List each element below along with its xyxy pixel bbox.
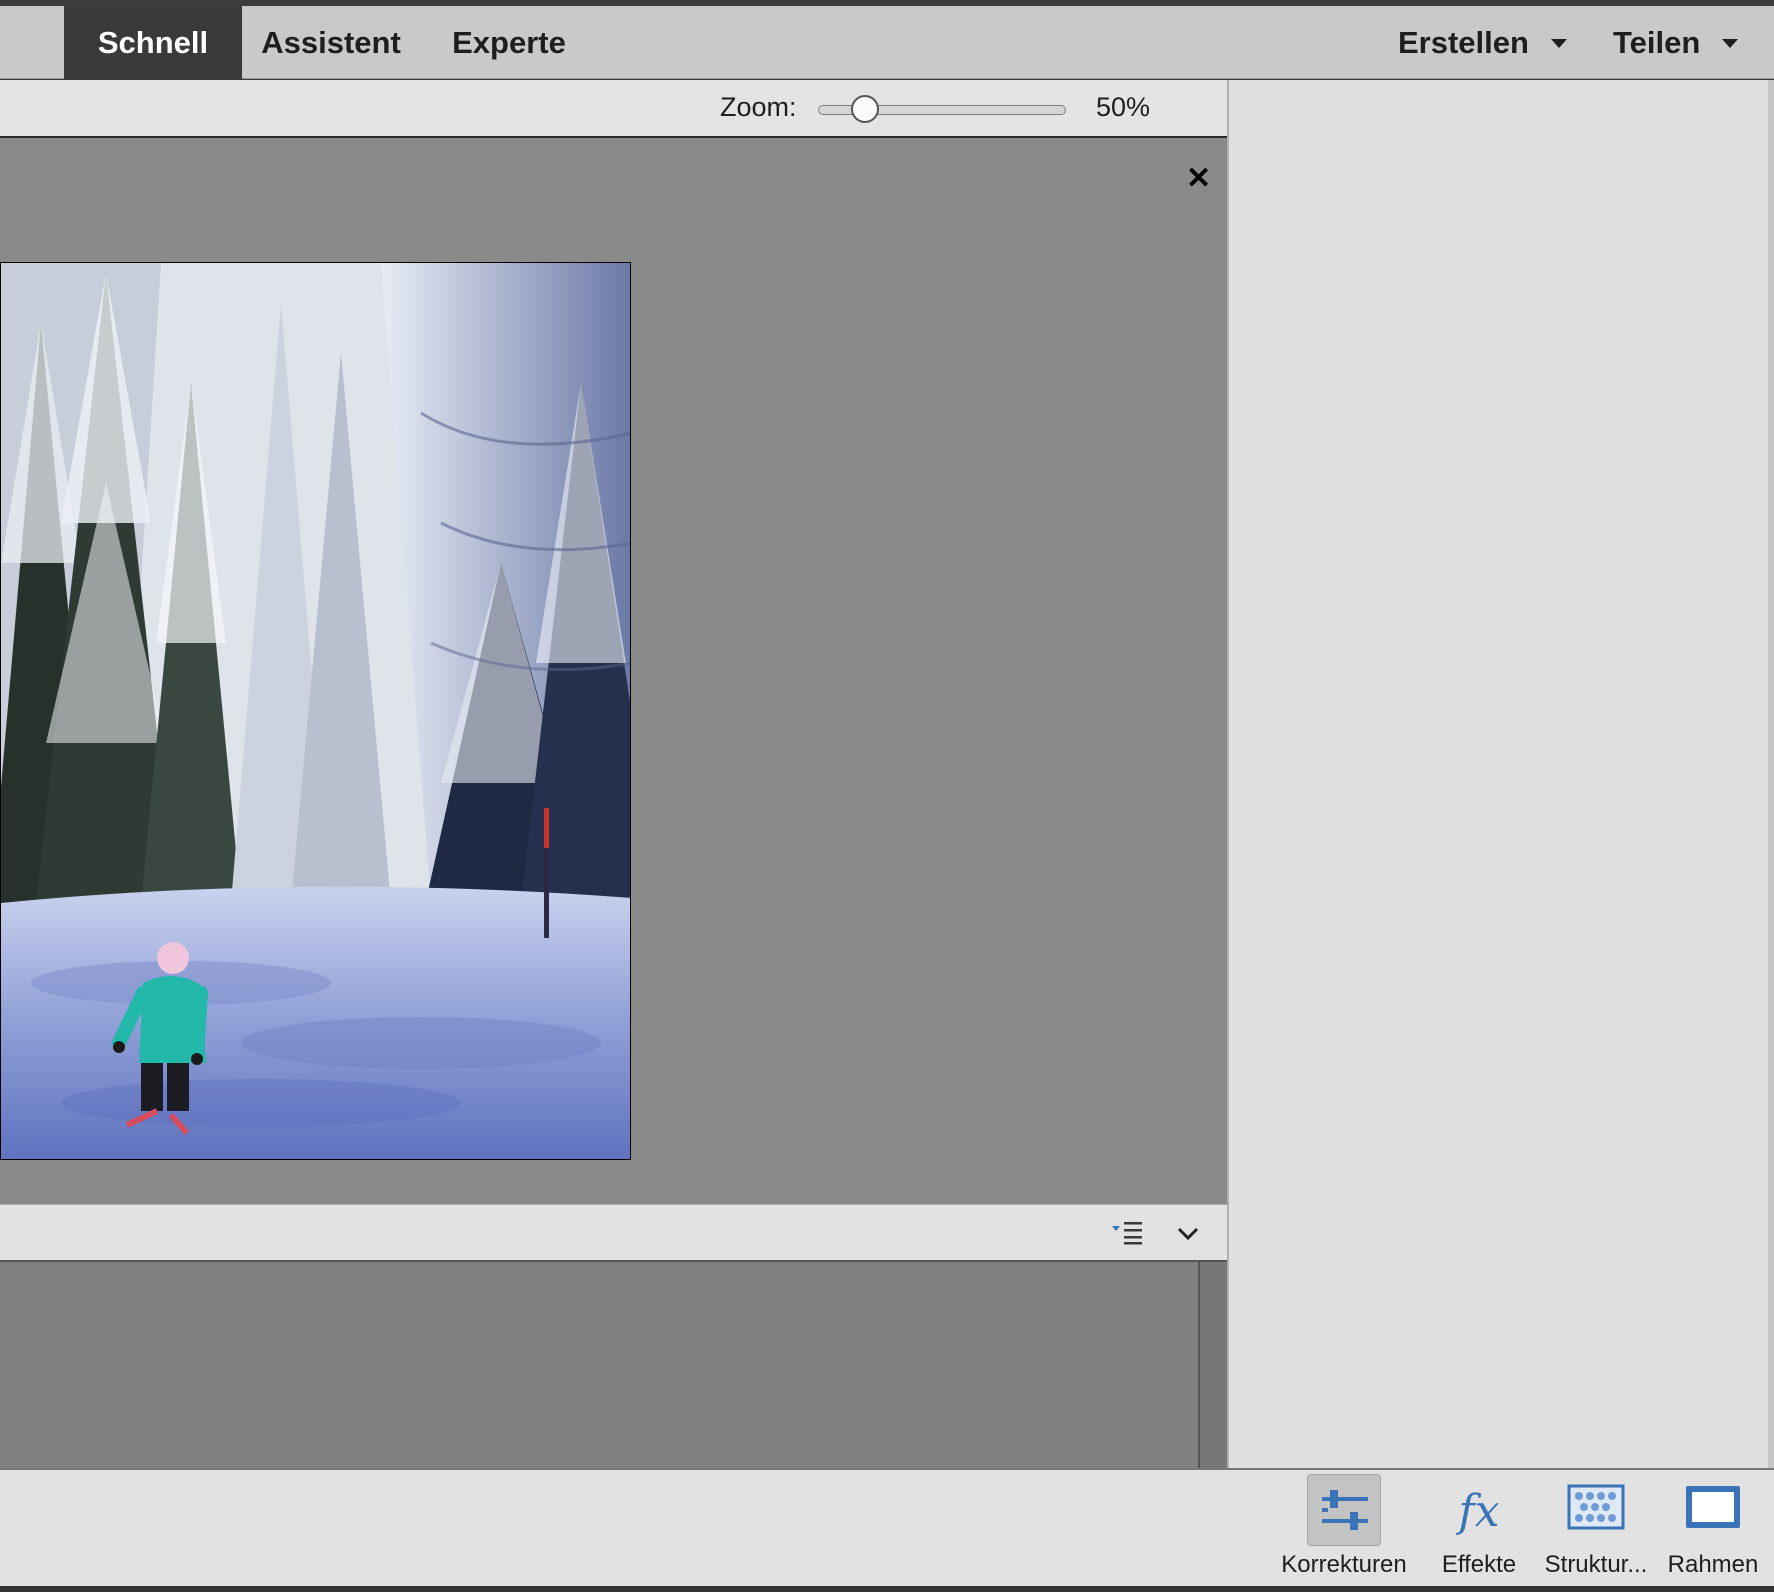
- zoom-slider-thumb[interactable]: [851, 95, 880, 123]
- photo-bin-area[interactable]: [0, 1262, 1198, 1468]
- window-bottom-edge: [0, 1586, 1774, 1592]
- create-menu-label: Erstellen: [1398, 24, 1529, 60]
- tab-assistent-label: Assistent: [261, 24, 401, 60]
- effekte-label: Effekte: [1441, 1551, 1517, 1578]
- zoom-bar: Zoom: 50%: [0, 80, 1227, 138]
- korrekturen-button[interactable]: Korrekturen: [1270, 1470, 1418, 1588]
- ski-photo-illustration: [1, 263, 630, 1159]
- photo[interactable]: [0, 262, 631, 1160]
- caret-down-icon: [1722, 39, 1739, 48]
- mode-bar: Schnell Assistent Experte Erstellen Teil…: [0, 6, 1774, 79]
- adjustments-panel: [1227, 80, 1774, 1468]
- photo-bin-scrollbar[interactable]: [1198, 1262, 1227, 1468]
- list-options-icon[interactable]: [1112, 1219, 1146, 1245]
- frame-icon: [1676, 1474, 1750, 1546]
- share-menu-label: Teilen: [1613, 24, 1701, 60]
- photo-bin-header: [0, 1204, 1227, 1262]
- close-icon[interactable]: ✕: [1186, 164, 1211, 194]
- svg-text:fx: fx: [1455, 1486, 1499, 1537]
- adjustments-icon: [1307, 1474, 1381, 1546]
- tab-experte[interactable]: Experte: [420, 6, 598, 79]
- effekte-button[interactable]: fx Effekte: [1428, 1470, 1530, 1588]
- chevron-down-icon[interactable]: [1176, 1221, 1200, 1245]
- texture-icon: [1559, 1474, 1633, 1546]
- image-canvas[interactable]: ✕: [0, 138, 1227, 1204]
- share-menu-button[interactable]: Teilen: [1613, 6, 1739, 79]
- zoom-value: 50%: [1096, 92, 1151, 122]
- tab-schnell-label: Schnell: [97, 24, 209, 60]
- rahmen-button[interactable]: Rahmen: [1660, 1470, 1766, 1588]
- tab-experte-label: Experte: [452, 24, 566, 60]
- bottom-toolbar: Korrekturen fx Effekte Struktur... Rahme…: [0, 1468, 1774, 1586]
- rahmen-label: Rahmen: [1667, 1551, 1759, 1578]
- zoom-label: Zoom:: [720, 92, 797, 122]
- tab-assistent[interactable]: Assistent: [242, 6, 420, 79]
- fx-icon: fx: [1442, 1474, 1516, 1546]
- tab-schnell[interactable]: Schnell: [64, 6, 242, 79]
- struktur-label: Struktur...: [1544, 1551, 1648, 1578]
- korrekturen-label: Korrekturen: [1281, 1551, 1407, 1578]
- panel-edge: [1768, 80, 1774, 1468]
- struktur-button[interactable]: Struktur...: [1536, 1470, 1656, 1588]
- create-menu-button[interactable]: Erstellen: [1398, 6, 1567, 79]
- caret-down-icon: [1550, 39, 1567, 48]
